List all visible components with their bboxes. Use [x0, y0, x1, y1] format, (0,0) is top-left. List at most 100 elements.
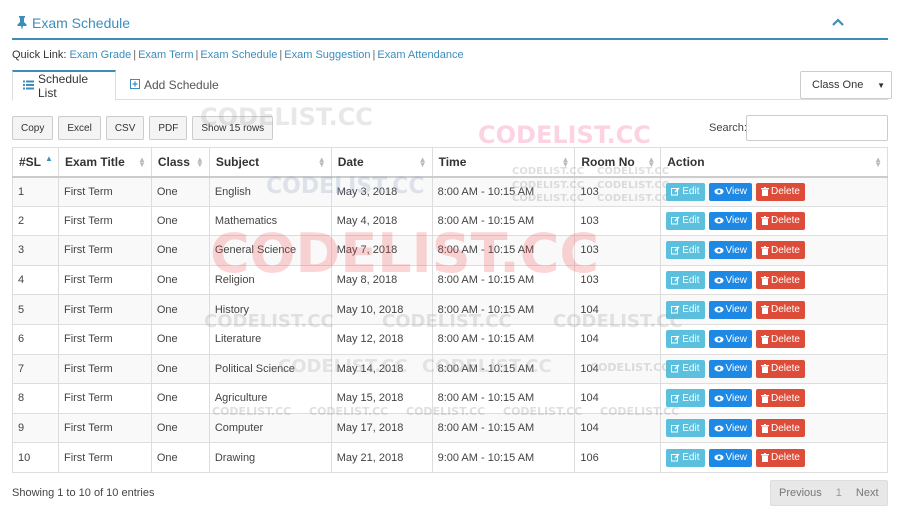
- quick-link-exam-attendance[interactable]: Exam Attendance: [377, 49, 463, 61]
- edit-button[interactable]: Edit: [666, 300, 705, 319]
- cell-exam-title: First Term: [57, 412, 152, 444]
- cell-class: One: [150, 176, 210, 207]
- view-label: View: [725, 304, 748, 316]
- cell-class: One: [150, 442, 210, 473]
- view-label: View: [725, 186, 748, 198]
- cell-class: One: [150, 205, 210, 237]
- edit-button[interactable]: Edit: [666, 241, 705, 260]
- delete-button[interactable]: Delete: [756, 389, 805, 408]
- edit-button[interactable]: Edit: [666, 419, 705, 438]
- view-button[interactable]: View: [708, 182, 752, 201]
- delete-button[interactable]: Delete: [756, 419, 805, 438]
- edit-label: Edit: [682, 452, 700, 464]
- csv-button[interactable]: CSV: [105, 116, 145, 140]
- pagination-current-page[interactable]: 1: [830, 487, 848, 499]
- edit-button[interactable]: Edit: [666, 182, 705, 201]
- delete-button[interactable]: Delete: [756, 241, 805, 260]
- edit-icon: [671, 364, 680, 373]
- view-button[interactable]: View: [708, 300, 752, 319]
- eye-icon: [713, 188, 724, 195]
- delete-button[interactable]: Delete: [756, 271, 805, 290]
- table-row: 6 First Term One Literature May 12, 2018 8:00…: [12, 323, 888, 355]
- view-button[interactable]: View: [708, 389, 752, 408]
- table-header-row: #SL ▲ Exam Title ▲ ▼ Class ▲ ▼ Subject ▲ ▼ Date…: [12, 147, 888, 178]
- cell-action: Edit View Delete: [660, 205, 888, 237]
- cell-date: May 4, 2018: [330, 205, 433, 237]
- quick-link-exam-schedule[interactable]: Exam Schedule: [200, 49, 277, 61]
- view-button[interactable]: View: [708, 241, 752, 260]
- column-header-room-no[interactable]: Room No ▲ ▼: [574, 147, 662, 178]
- column-header-class[interactable]: Class ▲ ▼: [150, 147, 210, 178]
- pagination-next[interactable]: Next: [848, 487, 887, 499]
- cell-room-no: 104: [574, 383, 662, 414]
- trash-icon: [761, 245, 769, 255]
- column-header-action[interactable]: Action ▲ ▼: [660, 147, 888, 178]
- delete-button[interactable]: Delete: [756, 182, 805, 201]
- edit-icon: [671, 216, 680, 225]
- edit-button[interactable]: Edit: [666, 211, 705, 230]
- view-button[interactable]: View: [708, 359, 752, 378]
- edit-button[interactable]: Edit: [666, 271, 705, 290]
- cell-room-no: 106: [574, 442, 662, 473]
- trash-icon: [761, 275, 769, 285]
- pagination-previous[interactable]: Previous: [771, 487, 830, 499]
- delete-button[interactable]: Delete: [756, 359, 805, 378]
- delete-button[interactable]: Delete: [756, 330, 805, 349]
- quick-link-exam-grade[interactable]: Exam Grade: [69, 49, 131, 61]
- column-header-date[interactable]: Date ▲ ▼: [330, 147, 433, 178]
- cell-time: 8:00 AM - 10:15 AM: [431, 235, 576, 266]
- tab-add-schedule[interactable]: Add Schedule: [120, 70, 229, 100]
- cell-action: Edit View Delete: [660, 235, 888, 266]
- pin-icon: [16, 16, 28, 30]
- view-button[interactable]: View: [708, 419, 752, 438]
- search-input[interactable]: [746, 115, 888, 141]
- column-header-time[interactable]: Time ▲ ▼: [431, 147, 576, 178]
- cell-time: 8:00 AM - 10:15 AM: [431, 412, 576, 444]
- cell-action: Edit View Delete: [660, 294, 888, 325]
- delete-label: Delete: [771, 422, 800, 434]
- cell-date: May 17, 2018: [330, 412, 433, 444]
- tab-schedule-list[interactable]: Schedule List: [12, 70, 116, 101]
- delete-label: Delete: [771, 215, 800, 227]
- search-label: Search:: [709, 122, 747, 134]
- cell-time: 8:00 AM - 10:15 AM: [431, 383, 576, 414]
- class-select[interactable]: Class One ▼: [800, 71, 892, 99]
- pdf-button[interactable]: PDF: [149, 116, 188, 140]
- edit-icon: [671, 394, 680, 403]
- tab-bar: Schedule List Add Schedule: [12, 70, 888, 101]
- cell-subject: Literature: [208, 323, 332, 355]
- view-button[interactable]: View: [708, 271, 752, 290]
- cell-class: One: [150, 235, 210, 266]
- eye-icon: [713, 247, 724, 254]
- delete-label: Delete: [771, 244, 800, 256]
- chevron-up-icon[interactable]: [832, 16, 844, 26]
- view-button[interactable]: View: [708, 448, 752, 467]
- edit-button[interactable]: Edit: [666, 448, 705, 467]
- delete-button[interactable]: Delete: [756, 448, 805, 467]
- page-length-button[interactable]: Show 15 rows: [192, 116, 274, 140]
- cell-subject: History: [208, 294, 332, 325]
- delete-label: Delete: [771, 363, 800, 375]
- delete-button[interactable]: Delete: [756, 300, 805, 319]
- trash-icon: [761, 393, 769, 403]
- view-button[interactable]: View: [708, 330, 752, 349]
- cell-action: Edit View Delete: [660, 323, 888, 355]
- excel-button[interactable]: Excel: [58, 116, 101, 140]
- cell-sl: 7: [12, 353, 59, 385]
- copy-button[interactable]: Copy: [12, 116, 54, 140]
- edit-button[interactable]: Edit: [666, 359, 705, 378]
- column-header-sl[interactable]: #SL ▲: [12, 147, 59, 178]
- delete-button[interactable]: Delete: [756, 211, 805, 230]
- edit-icon: [671, 453, 680, 462]
- column-header-exam-title[interactable]: Exam Title ▲ ▼: [57, 147, 152, 178]
- cell-room-no: 104: [574, 294, 662, 325]
- cell-room-no: 104: [574, 323, 662, 355]
- edit-button[interactable]: Edit: [666, 330, 705, 349]
- cell-exam-title: First Term: [57, 176, 152, 207]
- quick-link-exam-term[interactable]: Exam Term: [138, 49, 193, 61]
- view-button[interactable]: View: [708, 211, 752, 230]
- edit-button[interactable]: Edit: [666, 389, 705, 408]
- eye-icon: [713, 395, 724, 402]
- quick-link-exam-suggestion[interactable]: Exam Suggestion: [284, 49, 370, 61]
- column-header-subject[interactable]: Subject ▲ ▼: [208, 147, 332, 178]
